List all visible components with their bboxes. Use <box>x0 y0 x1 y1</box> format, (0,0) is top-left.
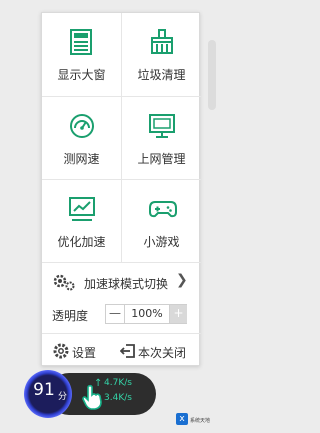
speedometer-icon <box>70 114 94 138</box>
display-window-label: 显示大窗 <box>57 68 106 82</box>
gear-icon <box>53 274 75 291</box>
broom-cleanup-icon <box>151 29 173 54</box>
upload-speed: 4.7K/s <box>104 378 132 388</box>
mini-game-tile[interactable]: 小游戏 <box>122 180 201 263</box>
display-window-tile[interactable]: 显示大窗 <box>42 13 121 96</box>
accelerator-menu-panel: 显示大窗 垃圾清理 测网速 上网管理 优化加速 小游戏 加速球模式切换 ❯ 透明… <box>41 12 201 367</box>
chevron-right-icon: ❯ <box>176 272 188 288</box>
ball-mode-switch-label: 加速球模式切换 <box>84 277 169 291</box>
mini-game-label: 小游戏 <box>143 235 180 249</box>
internet-manage-tile[interactable]: 上网管理 <box>122 97 201 180</box>
optimize-boost-tile[interactable]: 优化加速 <box>42 180 121 263</box>
junk-cleanup-label: 垃圾清理 <box>137 68 186 82</box>
accelerator-ball[interactable]: 91 分 ↑ 4.7K/s ↓ 3.4K/s <box>24 370 156 418</box>
opacity-row: 透明度 — 100% + <box>42 300 201 330</box>
watermark-mark: x <box>176 413 188 425</box>
tool-grid: 显示大窗 垃圾清理 测网速 上网管理 优化加速 小游戏 <box>42 13 201 262</box>
opacity-label: 透明度 <box>52 309 89 323</box>
display-window-icon <box>70 29 92 55</box>
monitor-manage-icon <box>149 114 175 138</box>
speed-test-tile[interactable]: 测网速 <box>42 97 121 180</box>
opacity-value: 100% <box>124 305 170 323</box>
watermark-logo: x 系统天地 <box>176 411 218 429</box>
scrollbar[interactable] <box>208 40 216 110</box>
hand-pointer-icon <box>82 384 102 410</box>
close-this-time-label: 本次关闭 <box>138 346 187 360</box>
footer-actions: 设置 本次关闭 <box>42 333 201 367</box>
optimize-chart-icon <box>69 197 95 221</box>
internet-manage-label: 上网管理 <box>137 152 186 166</box>
speed-test-label: 测网速 <box>63 152 100 166</box>
score-unit: 分 <box>58 392 68 402</box>
watermark-text: 系统天地 <box>190 418 211 424</box>
gear-icon <box>53 343 69 359</box>
exit-icon <box>120 344 135 358</box>
close-this-time-button[interactable]: 本次关闭 <box>120 342 196 360</box>
opacity-decrease-button[interactable]: — <box>106 305 124 323</box>
gamepad-icon <box>149 201 177 218</box>
junk-cleanup-tile[interactable]: 垃圾清理 <box>122 13 201 96</box>
ball-mode-switch-row[interactable]: 加速球模式切换 ❯ <box>42 262 201 300</box>
opacity-increase-button[interactable]: + <box>170 305 187 323</box>
optimize-boost-label: 优化加速 <box>57 235 106 249</box>
settings-label: 设置 <box>72 346 97 360</box>
opacity-stepper[interactable]: — 100% + <box>105 304 187 324</box>
download-speed: 3.4K/s <box>104 393 132 403</box>
screen: 显示大窗 垃圾清理 测网速 上网管理 优化加速 小游戏 加速球模式切换 ❯ 透明… <box>0 0 220 433</box>
